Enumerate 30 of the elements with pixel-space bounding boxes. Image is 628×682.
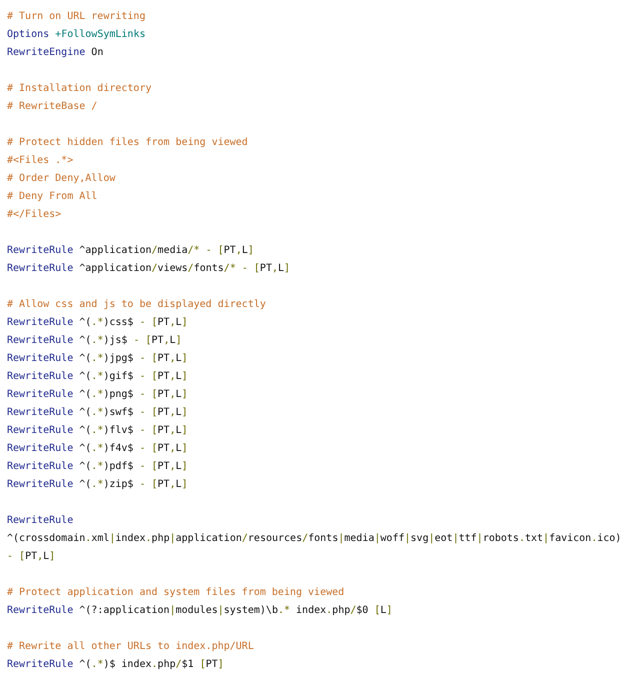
code-comment: # Protect hidden files from being viewed (7, 136, 248, 150)
code-line: RewriteRule ^(.*)css$ - [PT,L] (7, 316, 188, 330)
code-line: RewriteRule ^(.*)gif$ - [PT,L] (7, 370, 188, 384)
code-line: - [PT,L] (7, 550, 56, 564)
code-line: RewriteRule ^(?:application|modules|system)\b.* index.php/$0 [L] (7, 604, 392, 618)
code-line: RewriteRule ^(.*)flv$ - [PT,L] (7, 424, 188, 438)
code-line: RewriteRule ^(.*)zip$ - [PT,L] (7, 478, 188, 492)
code-comment: # Order Deny,Allow (7, 172, 116, 186)
code-line: RewriteRule ^(.*)pdf$ - [PT,L] (7, 460, 188, 474)
code-line: RewriteRule ^application/views/fonts/* - [PT,L] (7, 262, 290, 276)
code-line: ^(crossdomain.xml|index.php|application/resources/fonts|media|woff|svg|eot|ttf|robots.txt|favicon.ico) (7, 532, 622, 546)
code-line: RewriteRule ^(.*)$ index.php/$1 [PT] (7, 658, 224, 672)
code-comment: # Protect application and system files from being viewed (7, 586, 344, 600)
code-line: RewriteRule ^(.*)js$ - [PT,L] (7, 334, 182, 348)
code-line: RewriteRule (7, 514, 74, 528)
code-comment: # RewriteBase / (7, 100, 98, 114)
code-line: RewriteRule ^(.*)png$ - [PT,L] (7, 388, 188, 402)
code-line: RewriteRule ^(.*)f4v$ - [PT,L] (7, 442, 188, 456)
code-comment: # Turn on URL rewriting (7, 10, 146, 24)
code-comment: #<Files .*> (7, 154, 74, 168)
code-comment: # Rewrite all other URLs to index.php/URL (7, 640, 254, 654)
code-line: RewriteRule ^(.*)jpg$ - [PT,L] (7, 352, 188, 366)
code-line: RewriteRule ^(.*)swf$ - [PT,L] (7, 406, 188, 420)
code-comment: # Deny From All (7, 190, 98, 204)
code-line: RewriteEngine On (7, 46, 104, 60)
code-comment: # Installation directory (7, 82, 152, 96)
code-line: Options +FollowSymLinks (7, 28, 146, 42)
code-line: RewriteRule ^application/media/* - [PT,L] (7, 244, 254, 258)
code-comment: #</Files> (7, 208, 62, 222)
code-comment: # Allow css and js to be displayed directly (7, 298, 266, 312)
